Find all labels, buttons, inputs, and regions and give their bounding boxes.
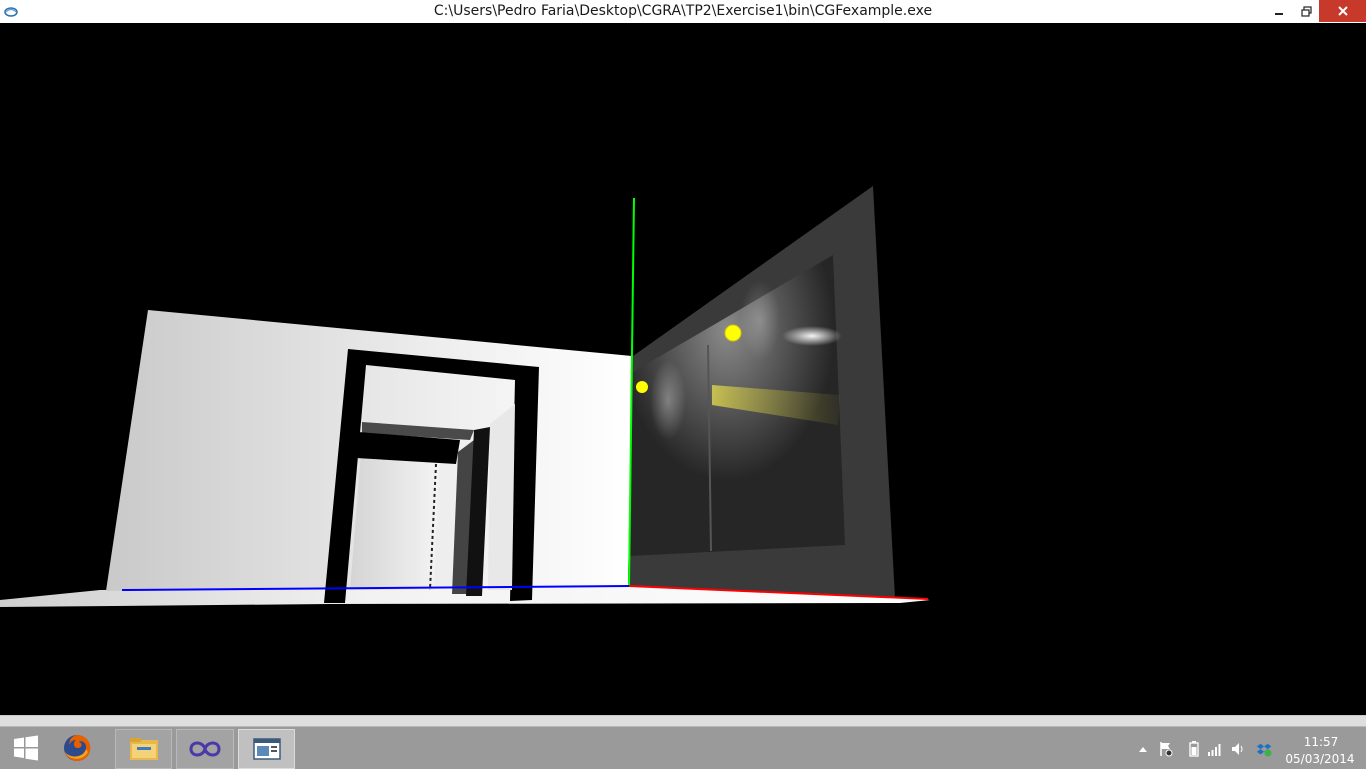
- restore-icon: [1300, 5, 1312, 17]
- folder-icon: [129, 738, 158, 760]
- door-inner-wall-right: [488, 404, 515, 590]
- opengl-viewport[interactable]: [0, 23, 1366, 715]
- minimize-icon: [1275, 13, 1283, 15]
- start-button[interactable]: [4, 729, 48, 767]
- volume-icon[interactable]: [1231, 741, 1247, 757]
- clock-time[interactable]: 11:57: [1285, 735, 1357, 749]
- show-hidden-icons-chevron[interactable]: [1135, 741, 1151, 757]
- clock-date[interactable]: 05/03/2014: [1280, 752, 1360, 766]
- window-title: C:\Users\Pedro Faria\Desktop\CGRA\TP2\Ex…: [433, 3, 933, 19]
- firefox-icon: [64, 734, 91, 761]
- restore-button[interactable]: [1292, 0, 1320, 22]
- dropbox-icon[interactable]: [1256, 741, 1272, 757]
- taskbar-visual-studio[interactable]: [176, 729, 234, 769]
- taskbar-cgfexample[interactable]: [238, 729, 295, 769]
- scene-render: [0, 186, 930, 607]
- specular-highlight: [782, 326, 842, 346]
- door-inner-wall: [350, 442, 440, 590]
- visual-studio-icon: [189, 741, 221, 757]
- specular-highlight-2: [650, 360, 686, 440]
- taskbar-firefox[interactable]: [52, 729, 102, 767]
- action-center-flag-icon[interactable]: [1158, 741, 1174, 757]
- taskbar-file-explorer[interactable]: [115, 729, 172, 769]
- title-bar[interactable]: C:\Users\Pedro Faria\Desktop\CGRA\TP2\Ex…: [0, 0, 1366, 24]
- minimize-button[interactable]: [1265, 0, 1293, 22]
- close-icon: [1337, 6, 1348, 16]
- windows-logo-icon: [14, 735, 38, 761]
- light-sphere-1: [636, 381, 648, 393]
- battery-icon[interactable]: [1186, 741, 1202, 757]
- close-button[interactable]: [1319, 0, 1366, 22]
- light-sphere-2: [724, 324, 742, 342]
- taskbar: 11:57 05/03/2014: [0, 726, 1366, 769]
- signal-icon[interactable]: [1207, 741, 1223, 757]
- specular-highlight-3: [740, 280, 780, 360]
- app-window-icon: [252, 738, 281, 760]
